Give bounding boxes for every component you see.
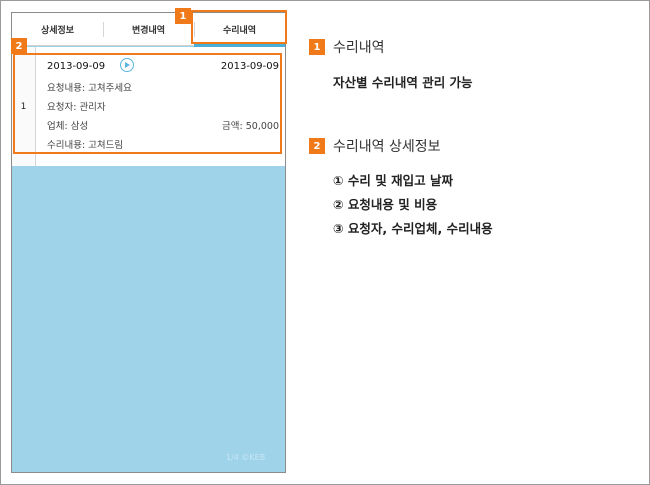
marker-badge-2: 2: [11, 38, 27, 54]
section2-item: ② 요청내용 및 비용: [333, 197, 438, 212]
section1-description: 자산별 수리내역 관리 가능: [333, 75, 473, 90]
section-badge-1: 1: [309, 39, 325, 55]
marker-badge-1: 1: [175, 8, 191, 24]
watermark: 1/4 ©KEB: [226, 453, 266, 462]
highlight-box-1: [191, 10, 287, 44]
section1-title: 수리내역: [333, 40, 385, 56]
section2-title: 수리내역 상세정보: [333, 139, 441, 155]
highlight-box-2: [13, 53, 282, 154]
section-badge-2: 2: [309, 138, 325, 154]
section2-item: ③ 요청자, 수리업체, 수리내용: [333, 221, 493, 236]
section2-item: ① 수리 및 재입고 날짜: [333, 173, 453, 188]
